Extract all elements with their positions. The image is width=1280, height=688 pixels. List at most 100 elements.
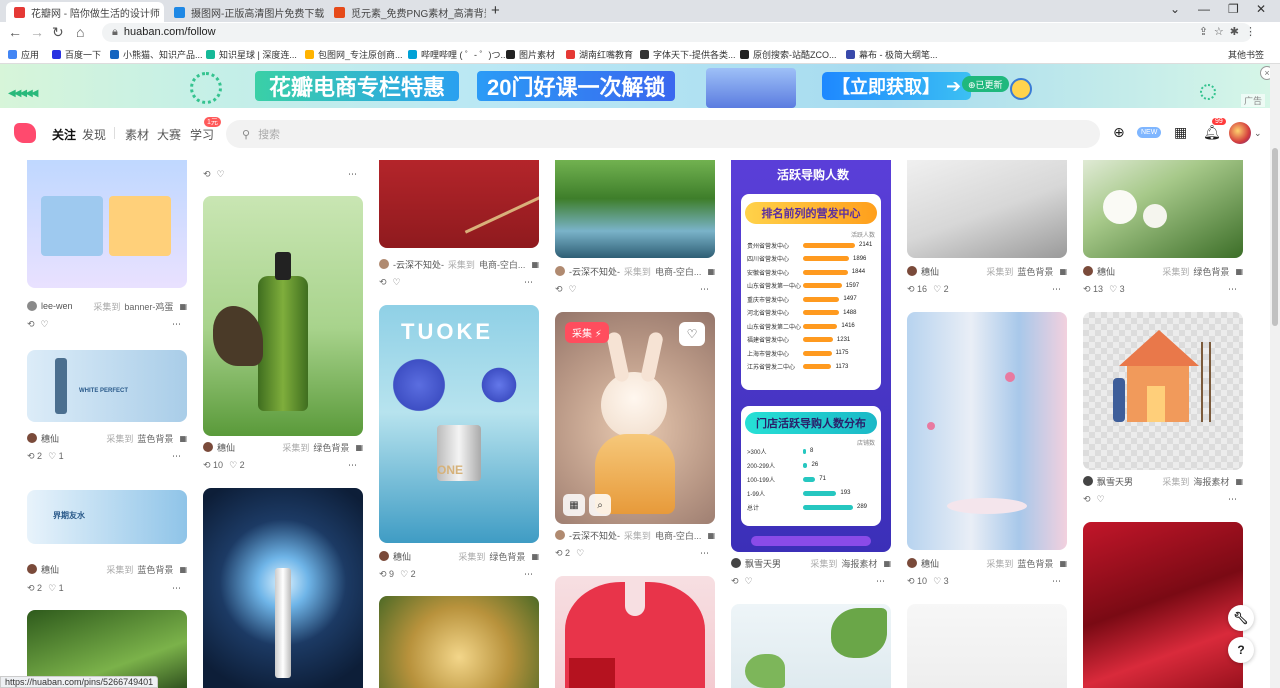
save-pin-button[interactable]: 采集 ⚡︎ — [565, 322, 609, 343]
avatar[interactable] — [1083, 266, 1093, 276]
pin-image[interactable] — [27, 160, 187, 288]
pin-board[interactable]: 绿色背景 — [1193, 265, 1229, 278]
reload-icon[interactable]: ↻ — [52, 24, 64, 41]
pin-board[interactable]: 绿色背景 — [313, 441, 349, 454]
like-icon[interactable]: ♡ 3 — [933, 576, 949, 587]
pin-author[interactable]: 穗仙 — [1097, 265, 1115, 278]
bookmark-item[interactable]: 应用 — [8, 48, 39, 61]
more-icon[interactable]: ⋯ — [1052, 576, 1061, 587]
repin-icon[interactable]: ⟲ 2 — [27, 451, 42, 462]
like-icon[interactable]: ♡ — [1097, 494, 1105, 505]
nav-discover[interactable]: 发现 — [82, 126, 106, 143]
tools-button[interactable]: 🔧︎ — [1228, 605, 1254, 631]
avatar[interactable] — [907, 558, 917, 568]
like-icon[interactable]: ♡ 2 — [400, 569, 416, 580]
pin-author[interactable]: 穗仙 — [217, 441, 235, 454]
like-icon[interactable]: ♡ 1 — [48, 583, 64, 594]
pin-board[interactable]: 电商-空白... — [655, 529, 702, 542]
pin-image[interactable] — [203, 488, 363, 688]
like-button[interactable]: ♡ — [679, 322, 705, 346]
repin-icon[interactable]: ⟲ — [27, 319, 35, 330]
tab-huaban[interactable]: 花瓣网 - 陪你做生活的设计师（仿... ✕ — [6, 2, 164, 22]
more-icon[interactable]: ⋯ — [172, 319, 181, 330]
pin-image[interactable]: WHITE PERFECT — [27, 350, 187, 422]
repin-icon[interactable]: ⟲ 16 — [907, 284, 927, 295]
tab-sheji[interactable]: 摄图网-正版高清图片免费下载_美... ✕ — [166, 2, 324, 22]
nav-follow[interactable]: 关注 — [52, 126, 76, 143]
more-icon[interactable]: ⋯ — [348, 460, 357, 471]
more-icon[interactable]: ⋯ — [524, 569, 533, 580]
pin-image[interactable] — [907, 312, 1067, 550]
chevron-down-icon[interactable]: ⌄ — [1254, 128, 1262, 139]
avatar[interactable] — [555, 530, 565, 540]
bookmark-item[interactable]: 哔哩哔哩 ( ゜- ゜)つ... — [408, 48, 508, 61]
more-icon[interactable]: ⋯ — [876, 576, 885, 587]
huaban-logo-icon[interactable] — [14, 123, 36, 143]
pin-author[interactable]: lee-wen — [41, 301, 73, 311]
pin-author[interactable]: 穗仙 — [921, 265, 939, 278]
pin-author[interactable]: 穗仙 — [41, 563, 59, 576]
pin-image[interactable] — [555, 576, 715, 688]
pin-image[interactable]: TUOKE ONE — [379, 305, 539, 543]
pin-image[interactable] — [907, 160, 1067, 258]
new-tab-icon[interactable]: + — [491, 2, 500, 19]
avatar[interactable] — [555, 266, 565, 276]
search-input[interactable]: ⚲ 搜索 — [226, 120, 1100, 148]
extension-icons[interactable]: ⇪☆✱⋮ — [1199, 25, 1262, 38]
pin-image[interactable] — [731, 604, 891, 688]
more-icon[interactable]: ⋯ — [172, 583, 181, 594]
like-icon[interactable]: ♡ 2 — [933, 284, 949, 295]
pin-image[interactable]: 采集 ⚡︎ ♡ ▦ ⌕ — [555, 312, 715, 524]
promo-banner[interactable]: ◀◀◀◀◀ 花瓣电商专栏特惠 20门好课一次解锁 【立即获取】 ➔ ⊕已更新 广告… — [0, 64, 1274, 108]
bookmark-item[interactable]: 知识星球 | 深度连... — [206, 48, 297, 61]
bookmark-item[interactable]: 包图网_专注原创商... — [305, 48, 403, 61]
repin-icon[interactable]: ⟲ — [731, 576, 739, 587]
pin-board[interactable]: 电商-空白... — [479, 258, 526, 271]
more-icon[interactable]: ⋯ — [1228, 284, 1237, 295]
pin-board[interactable]: 电商-空白... — [655, 265, 702, 278]
pin-image[interactable] — [379, 160, 539, 248]
repin-icon[interactable]: ⟲ — [203, 169, 211, 180]
more-icon[interactable]: ⋯ — [700, 548, 709, 559]
nav-materials[interactable]: 素材 — [125, 126, 149, 143]
pin-image[interactable] — [203, 196, 363, 436]
pin-board[interactable]: 海报素材 — [1193, 475, 1229, 488]
avatar[interactable] — [731, 558, 741, 568]
repin-icon[interactable]: ⟲ — [379, 277, 387, 288]
repin-icon[interactable]: ⟲ — [1083, 494, 1091, 505]
pin-image[interactable] — [379, 596, 539, 688]
pin-image-infographic[interactable]: 活跃导购人数 排名前列的营发中心 活跃人数 贵州省营发中心 2141 四川省营发中心… — [731, 160, 891, 552]
tab-miyuansu[interactable]: 觅元素_免费PNG素材_高清背景图... ✕ — [326, 2, 486, 22]
url-field[interactable]: 🔒︎ huaban.com/follow — [102, 23, 1252, 42]
like-icon[interactable]: ♡ — [393, 277, 401, 288]
avatar[interactable] — [27, 433, 37, 443]
bookmark-item[interactable]: 字体天下-提供各类... — [640, 48, 736, 61]
pin-board[interactable]: 蓝色背景 — [1017, 557, 1053, 570]
pin-image[interactable] — [555, 160, 715, 258]
forward-icon[interactable]: → — [30, 24, 44, 40]
pin-board[interactable]: 绿色背景 — [489, 550, 525, 563]
help-button[interactable]: ? — [1228, 637, 1254, 663]
pin-board[interactable]: banner-鸡蛋 — [124, 300, 173, 313]
scrollbar-thumb[interactable] — [1272, 148, 1278, 326]
more-icon[interactable]: ⋯ — [172, 451, 181, 462]
bookmark-item[interactable]: 原创搜索-站酷ZCO... — [740, 48, 837, 61]
pin-author[interactable]: 穗仙 — [41, 432, 59, 445]
user-avatar[interactable] — [1229, 122, 1251, 144]
like-icon[interactable]: ♡ 3 — [1109, 284, 1125, 295]
pin-board[interactable]: 蓝色背景 — [1017, 265, 1053, 278]
bookmark-item[interactable]: 幕布 - 极简大纲笔... — [846, 48, 938, 61]
repin-icon[interactable]: ⟲ 9 — [379, 569, 394, 580]
pin-author[interactable]: 穗仙 — [921, 557, 939, 570]
repin-icon[interactable]: ⟲ 13 — [1083, 284, 1103, 295]
pin-image[interactable] — [1083, 312, 1243, 470]
like-icon[interactable]: ♡ — [576, 548, 584, 559]
bookmark-item[interactable]: 图片素材 — [506, 48, 555, 61]
home-icon[interactable]: ⌂ — [76, 24, 84, 40]
pin-image[interactable] — [907, 604, 1067, 688]
pin-author[interactable]: 穗仙 — [393, 550, 411, 563]
pin-board[interactable]: 蓝色背景 — [137, 563, 173, 576]
pin-author[interactable]: 飘雪天男 — [1097, 475, 1133, 488]
avatar[interactable] — [1083, 476, 1093, 486]
pin-image[interactable]: 界期友水 — [27, 490, 187, 544]
